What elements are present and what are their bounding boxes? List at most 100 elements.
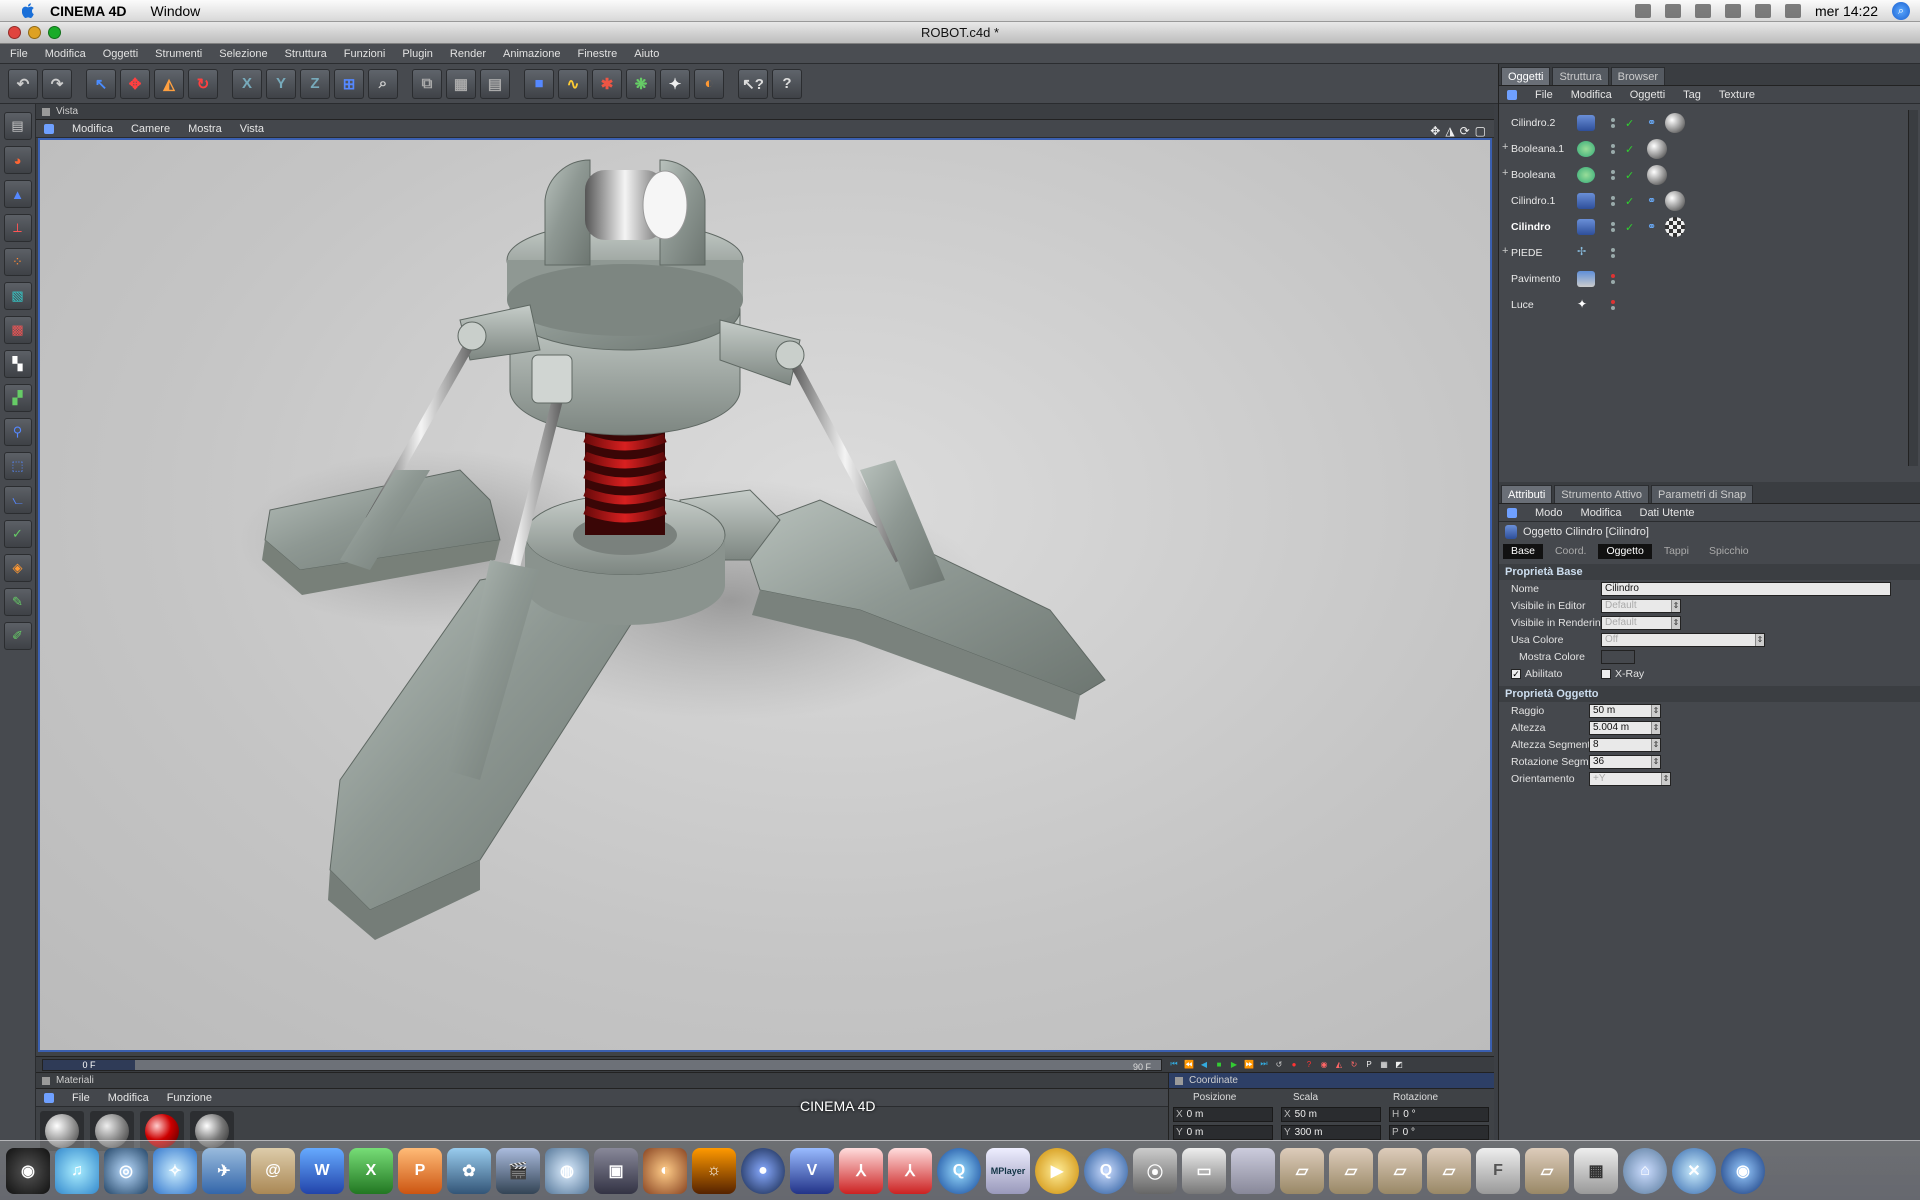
menu-oggetti[interactable]: Oggetti [103,48,138,60]
polygons-mode-icon[interactable]: ▩ [3,316,32,344]
animation-mode-icon[interactable]: ⚲ [3,418,32,446]
spline-icon[interactable]: ∿ [558,68,588,99]
package-icon[interactable]: ▱ [1525,1147,1569,1194]
panel-grip-icon[interactable] [42,1076,50,1085]
section-object-properties[interactable]: Proprietà Oggetto [1499,686,1920,702]
next-key-icon[interactable]: ⏩ [1243,1058,1255,1070]
subtab-oggetto[interactable]: Oggetto [1598,543,1652,559]
vp-menu-modifica[interactable]: Modifica [72,123,113,135]
package-icon[interactable]: ▱ [1329,1147,1373,1194]
attribute-menu-icon[interactable] [1507,507,1517,518]
panel-grip-icon[interactable] [42,107,50,116]
tab-struttura[interactable]: Struttura [1552,67,1609,85]
x-axis-lock-icon[interactable]: X [232,68,262,99]
redo-icon[interactable]: ↷ [42,68,72,99]
object-row[interactable]: PIEDE ✢ [1501,240,1901,266]
position-x-field[interactable]: X0 m [1173,1106,1273,1122]
viewport-menu-icon[interactable] [44,123,54,134]
calculator-icon[interactable]: ▦ [1574,1147,1618,1194]
menu-animazione[interactable]: Animazione [503,48,560,60]
menu-strumenti[interactable]: Strumenti [155,48,202,60]
subtab-coord[interactable]: Coord. [1547,544,1595,559]
minimize-window-button[interactable] [28,26,41,39]
attr-menu-dati-utente[interactable]: Dati Utente [1640,507,1695,519]
help-icon[interactable]: ? [772,68,802,99]
timeline-slider[interactable]: 0 F [43,1060,135,1070]
orientation-select[interactable]: +Y ⇕ [1589,771,1671,786]
finder-icon[interactable]: ◉ [6,1147,50,1194]
key-pla-icon[interactable]: ▦ [1378,1058,1390,1070]
use-color-select[interactable]: Off ⇕ [1601,632,1765,647]
final-cut-icon[interactable]: ▣ [594,1147,638,1194]
prev-key-icon[interactable]: ⏪ [1183,1058,1195,1070]
key-rotation-icon[interactable]: ↻ [1348,1058,1360,1070]
viewport-canvas[interactable] [38,138,1492,1052]
tab-oggetti[interactable]: Oggetti [1501,67,1551,85]
menu-modifica[interactable]: Modifica [45,48,86,60]
world-coordinates-icon[interactable]: ⊞ [334,68,364,99]
paint-icon[interactable]: ✎ [3,588,32,616]
brush-icon[interactable]: ✐ [3,622,32,650]
dolly-view-icon[interactable]: ◮ [1445,124,1454,138]
polygon-mode-icon[interactable]: ▲ [3,180,32,208]
word-icon[interactable]: W [300,1147,344,1194]
aperture-icon[interactable]: ◐ [643,1147,687,1194]
itunes-icon[interactable]: ♫ [55,1147,99,1194]
phong-tag-icon[interactable]: ⚭ [1647,116,1661,130]
height-segments-field[interactable]: 8 ⇕ [1589,737,1661,752]
checker-material-tag-icon[interactable] [1665,217,1685,237]
section-base-properties[interactable]: Proprietà Base [1499,564,1920,580]
axis-mode-icon[interactable]: ⟂ [3,214,32,242]
acrobat-icon[interactable]: ⅄ [839,1147,883,1194]
object-row[interactable]: Booleana.1 ✓ [1501,136,1901,162]
om-menu-modifica[interactable]: Modifica [1571,89,1612,101]
autokey-icon[interactable]: ? [1303,1058,1315,1070]
package-icon[interactable]: ▱ [1378,1147,1422,1194]
internet-connect-icon[interactable]: ◉ [1721,1147,1765,1194]
rotation-h-field[interactable]: H0 ° [1389,1106,1489,1122]
rotation-p-field[interactable]: P0 ° [1389,1124,1489,1140]
menu-window[interactable]: Window [151,3,201,19]
help-pointer-icon[interactable]: ↖? [738,68,768,99]
points-mode-icon[interactable]: ⁘ [3,248,32,276]
key-scale-icon[interactable]: ◭ [1333,1058,1345,1070]
iweb-icon[interactable]: ☼ [692,1147,736,1194]
package-icon[interactable]: ▱ [1427,1147,1471,1194]
scale-x-field[interactable]: X 50 m [1281,1106,1381,1122]
timeline-menu-icon[interactable]: ◩ [1393,1058,1405,1070]
undo-icon[interactable]: ↶ [8,68,38,99]
player-icon[interactable]: ▶ [1035,1147,1079,1194]
menu-funzioni[interactable]: Funzioni [344,48,386,60]
object-row[interactable]: Pavimento [1501,266,1901,292]
scale-icon[interactable]: ◭ [154,68,184,99]
apple-folder-icon[interactable] [1231,1147,1275,1194]
move-icon[interactable]: ✥ [120,68,150,99]
vp-menu-vista[interactable]: Vista [240,123,264,135]
go-to-start-icon[interactable]: ⏮ [1168,1058,1180,1070]
tab-attributi[interactable]: Attributi [1501,485,1553,503]
play-icon[interactable]: ▶ [1228,1058,1240,1070]
workplane-icon[interactable]: ⬚ [3,452,32,480]
mat-menu-funzione[interactable]: Funzione [167,1092,212,1104]
app-menu[interactable]: CINEMA 4D [50,3,127,19]
record-icon[interactable]: ● [1288,1058,1300,1070]
enabled-check-icon[interactable]: ✓ [1625,221,1639,234]
tweak-icon[interactable]: ✓ [3,520,32,548]
y-axis-lock-icon[interactable]: Y [266,68,296,99]
preview-icon[interactable]: ✈ [202,1147,246,1194]
menubar-clock[interactable]: mer 14:22 [1815,3,1878,19]
cinema4d-icon[interactable]: ● [741,1147,785,1194]
wifi-icon[interactable] [1754,4,1771,18]
cube-primitive-icon[interactable]: ■ [524,68,554,99]
menu-finestre[interactable]: Finestre [577,48,617,60]
select-arrow-icon[interactable]: ↖ [86,68,116,99]
zoom-window-button[interactable] [48,26,61,39]
height-field[interactable]: 5.004 m ⇕ [1589,720,1661,735]
vp-menu-camere[interactable]: Camere [131,123,170,135]
stop-icon[interactable]: ■ [1213,1058,1225,1070]
quicktime-player-icon[interactable]: Q [1084,1147,1128,1194]
excel-icon[interactable]: X [349,1147,393,1194]
phong-tag-icon[interactable]: ⚭ [1647,194,1661,208]
mat-menu-file[interactable]: File [72,1092,90,1104]
menu-selezione[interactable]: Selezione [219,48,267,60]
